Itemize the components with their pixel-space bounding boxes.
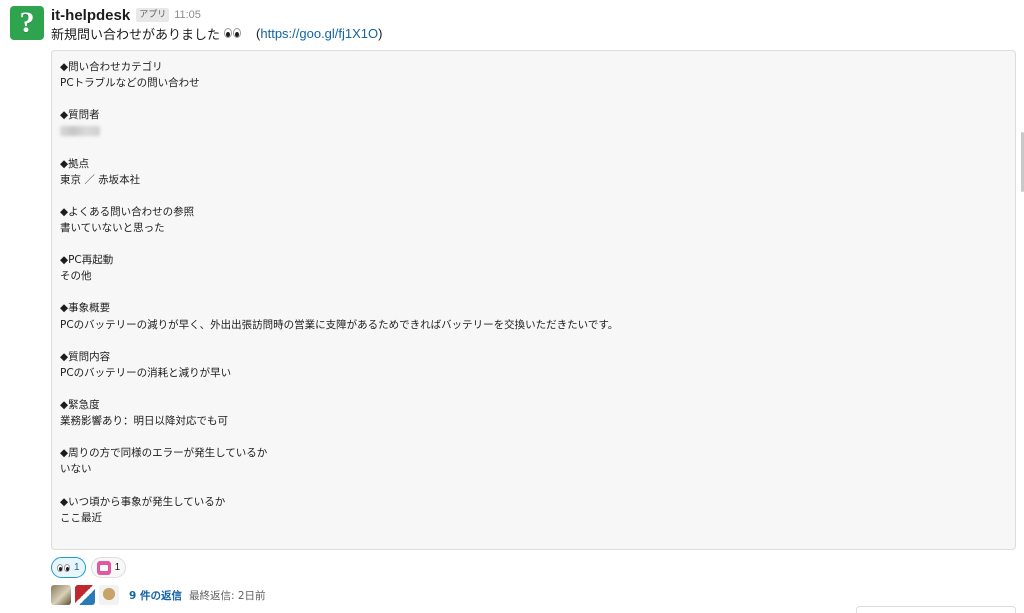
field-title: ◆事象概要	[60, 302, 111, 315]
field-value: 書いていないと思った	[60, 221, 165, 234]
reactions-bar: 1 1	[51, 557, 127, 578]
app-badge: アプリ	[136, 8, 170, 22]
field-value: その他	[60, 270, 92, 283]
app-avatar[interactable]: ?	[10, 6, 44, 40]
question-mark-icon: ?	[19, 6, 35, 39]
eyes-icon	[57, 563, 70, 572]
reaction-pink[interactable]: 1	[90, 557, 127, 578]
sender-name[interactable]: it-helpdesk	[51, 7, 130, 24]
redacted-blur	[60, 126, 100, 137]
field-title: ◆緊急度	[60, 398, 100, 411]
field-title: ◆PC再起動	[60, 254, 114, 267]
field-title: ◆質問者	[60, 109, 100, 122]
field-value: 東京 ／ 赤坂本社	[60, 173, 141, 186]
field-title: ◆拠点	[60, 157, 90, 170]
avatar	[51, 585, 71, 605]
message-header: it-helpdesk アプリ 11:05	[51, 6, 201, 24]
field-value: いない	[60, 463, 92, 476]
avatar	[99, 585, 119, 605]
field-title: ◆問い合わせカテゴリ	[60, 61, 163, 73]
message-text: 新規問い合わせがありました	[51, 27, 221, 43]
redacted-value	[60, 123, 1007, 139]
message-text-line: 新規問い合わせがありました (https://goo.gl/fj1X1O)	[51, 24, 383, 43]
field-title: ◆よくある問い合わせの参照	[60, 205, 195, 218]
reply-count-link[interactable]: 9 件の返信	[129, 588, 182, 603]
field-title: ◆質問内容	[60, 350, 111, 363]
message-timestamp[interactable]: 11:05	[174, 9, 201, 21]
field-value: PCのバッテリーの減りが早く、外出出張訪問時の営業に支障があるためできればバッテ…	[60, 318, 619, 331]
field-value: ここ最近	[60, 511, 102, 524]
message-attachment: ◆問い合わせカテゴリ PCトラブルなどの問い合わせ ◆質問者 ◆拠点 東京 ／ …	[51, 50, 1016, 550]
message-actions-bar[interactable]	[856, 606, 1016, 613]
field-title: ◆いつ頃から事象が発生しているか	[60, 495, 226, 508]
link-wrapper: (https://goo.gl/fj1X1O)	[256, 26, 382, 41]
field-value: PCのバッテリーの消耗と減りが早い	[60, 366, 232, 379]
link-close-paren: )	[378, 25, 383, 41]
last-reply-time: 最終返信: 2日前	[188, 589, 266, 602]
eyes-icon	[224, 28, 242, 38]
reaction-count: 1	[114, 562, 121, 573]
thread-summary[interactable]: 9 件の返信 最終返信: 2日前	[51, 583, 266, 607]
reaction-eyes[interactable]: 1	[51, 557, 86, 578]
field-value: PCトラブルなどの問い合わせ	[60, 77, 200, 90]
field-title: ◆周りの方で同様のエラーが発生しているか	[60, 447, 268, 460]
pink-emoji-icon	[96, 560, 111, 575]
avatar	[75, 585, 95, 605]
reaction-count: 1	[74, 562, 80, 573]
message-link[interactable]: https://goo.gl/fj1X1O	[260, 26, 378, 41]
field-value: 業務影響あり：明日以降対応でも可	[60, 415, 228, 428]
